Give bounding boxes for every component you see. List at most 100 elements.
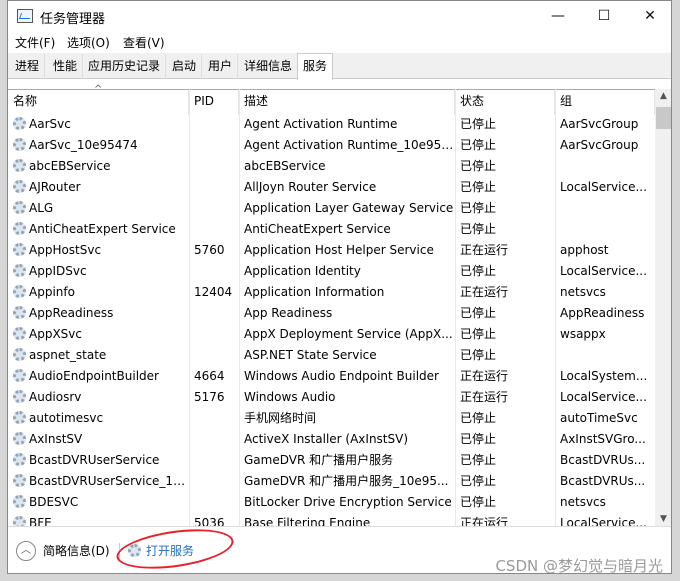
service-name-text: aspnet_state (29, 348, 107, 362)
table-row[interactable]: AudioEndpointBuilder 4664 Windows Audio En… (8, 366, 655, 387)
status-text: 正在运行 (460, 243, 509, 257)
status-text: 已停止 (460, 327, 497, 341)
table-row[interactable]: AntiCheatExpert Service AntiCheatExpert S… (8, 219, 655, 240)
scroll-up-icon[interactable]: ▲ (655, 91, 671, 101)
cell-description: GameDVR 和广播用户服务 (239, 450, 455, 471)
table-row[interactable]: AarSvc_10e95474 Agent Activation Runtime_… (8, 135, 655, 156)
status-text: 已停止 (460, 180, 497, 194)
table-row[interactable]: BcastDVRUserService GameDVR 和广播用户服务 已停止 Bca… (8, 450, 655, 471)
table-row[interactable]: AJRouter AllJoyn Router Service 已停止 LocalSe… (8, 177, 655, 198)
chevron-up-icon[interactable]: ︿ (16, 541, 36, 561)
column-description[interactable]: 描述 (239, 90, 455, 115)
cell-status: 已停止 (455, 114, 555, 135)
tab-details[interactable]: 详细信息 (239, 54, 299, 79)
description-text: AntiCheatExpert Service (244, 222, 391, 236)
cell-group: BcastDVRUs... (555, 450, 655, 471)
service-gear-icon (13, 327, 26, 340)
column-group[interactable]: 组 (555, 90, 655, 115)
cell-pid (189, 156, 239, 177)
table-row[interactable]: ALG Application Layer Gateway Service 已停止 (8, 198, 655, 219)
status-text: 已停止 (460, 222, 497, 236)
service-gear-icon (13, 159, 26, 172)
close-button[interactable]: ✕ (627, 1, 671, 32)
watermark: CSDN @梦幻觉与暗月光 (495, 557, 663, 574)
cell-group (555, 219, 655, 240)
description-text: abcEBService (244, 159, 326, 173)
cell-pid (189, 135, 239, 156)
table-row[interactable]: BDESVC BitLocker Drive Encryption Service… (8, 492, 655, 513)
cell-pid (189, 114, 239, 135)
minimize-button[interactable]: — (535, 1, 581, 32)
cell-description: Agent Activation Runtime (239, 114, 455, 135)
cell-service-name: BcastDVRUserService_10... (8, 471, 189, 492)
cell-description: GameDVR 和广播用户服务_10e95... (239, 471, 455, 492)
tab-bar: 进程 性能 应用历史记录 启动 用户 详细信息 服务 (8, 53, 671, 80)
tab-services[interactable]: 服务 (297, 53, 334, 80)
scrollbar-thumb[interactable] (656, 107, 671, 129)
description-text: Agent Activation Runtime (244, 117, 398, 131)
service-gear-icon (13, 285, 26, 298)
cell-group (555, 345, 655, 366)
table-row[interactable]: AppXSvc AppX Deployment Service (AppX... 已… (8, 324, 655, 345)
cell-description: Windows Audio Endpoint Builder (239, 366, 455, 387)
menu-options[interactable]: 选项(O) (67, 34, 110, 51)
service-gear-icon (13, 516, 26, 526)
cell-status: 已停止 (455, 261, 555, 282)
fewer-details-link[interactable]: 简略信息(D) (43, 542, 110, 559)
cell-group (555, 156, 655, 177)
group-text: BcastDVRUs... (560, 453, 646, 467)
table-row[interactable]: abcEBService abcEBService 已停止 (8, 156, 655, 177)
column-name[interactable]: 名称 (8, 90, 189, 115)
table-row[interactable]: autotimesvc 手机网络时间 已停止 autoTimeSvc (8, 408, 655, 429)
service-name-text: abcEBService (29, 159, 111, 173)
cell-status: 已停止 (455, 450, 555, 471)
cell-group: LocalService... (555, 177, 655, 198)
table-row[interactable]: Appinfo 12404 Application Information 正在运行 n… (8, 282, 655, 303)
cell-service-name: BDESVC (8, 492, 189, 513)
cell-description: Application Host Helper Service (239, 240, 455, 261)
tab-users[interactable]: 用户 (203, 54, 239, 79)
table-row[interactable]: BcastDVRUserService_10... GameDVR 和广播用户服务… (8, 471, 655, 492)
table-row[interactable]: Audiosrv 5176 Windows Audio 正在运行 LocalServic… (8, 387, 655, 408)
table-row[interactable]: AxInstSV ActiveX Installer (AxInstSV) 已停止 A… (8, 429, 655, 450)
group-text: LocalService... (560, 180, 647, 194)
maximize-button[interactable]: ☐ (581, 1, 627, 32)
service-gear-icon (13, 411, 26, 424)
cell-service-name: AppIDSvc (8, 261, 189, 282)
cell-pid (189, 177, 239, 198)
table-row[interactable]: AppIDSvc Application Identity 已停止 LocalServ… (8, 261, 655, 282)
group-text: LocalService... (560, 516, 647, 526)
cell-description: Application Layer Gateway Service (239, 198, 455, 219)
table-row[interactable]: AppHostSvc 5760 Application Host Helper Se… (8, 240, 655, 261)
service-gear-icon (13, 264, 26, 277)
menu-file[interactable]: 文件(F) (15, 34, 55, 51)
tab-startup[interactable]: 启动 (167, 54, 203, 79)
cell-group (555, 198, 655, 219)
table-row[interactable]: AarSvc Agent Activation Runtime 已停止 AarSvcG… (8, 114, 655, 135)
pid-text: 5036 (194, 516, 225, 526)
column-status[interactable]: 状态 (455, 90, 555, 115)
menu-view[interactable]: 查看(V) (123, 34, 165, 51)
vertical-scrollbar[interactable]: ▲ ▼ (655, 89, 671, 526)
table-row[interactable]: AppReadiness App Readiness 已停止 AppReadiness (8, 303, 655, 324)
cell-service-name: AxInstSV (8, 429, 189, 450)
status-text: 已停止 (460, 201, 497, 215)
group-text: apphost (560, 243, 609, 257)
cell-status: 已停止 (455, 345, 555, 366)
cell-pid (189, 261, 239, 282)
scroll-down-icon[interactable]: ▼ (655, 514, 671, 524)
column-pid[interactable]: PID (189, 90, 239, 115)
cell-pid (189, 429, 239, 450)
cell-service-name: AarSvc_10e95474 (8, 135, 189, 156)
task-manager-icon (17, 9, 33, 23)
tab-processes[interactable]: 进程 (10, 54, 46, 79)
table-row[interactable]: BFE 5036 Base Filtering Engine 正在运行 LocalSer… (8, 513, 655, 526)
cell-service-name: BcastDVRUserService (8, 450, 189, 471)
cell-description: Application Identity (239, 261, 455, 282)
description-text: 手机网络时间 (244, 411, 317, 425)
tab-app-history[interactable]: 应用历史记录 (83, 54, 167, 79)
description-text: ActiveX Installer (AxInstSV) (244, 432, 409, 446)
table-row[interactable]: aspnet_state ASP.NET State Service 已停止 (8, 345, 655, 366)
tab-performance[interactable]: 性能 (48, 54, 84, 79)
cell-status: 已停止 (455, 471, 555, 492)
